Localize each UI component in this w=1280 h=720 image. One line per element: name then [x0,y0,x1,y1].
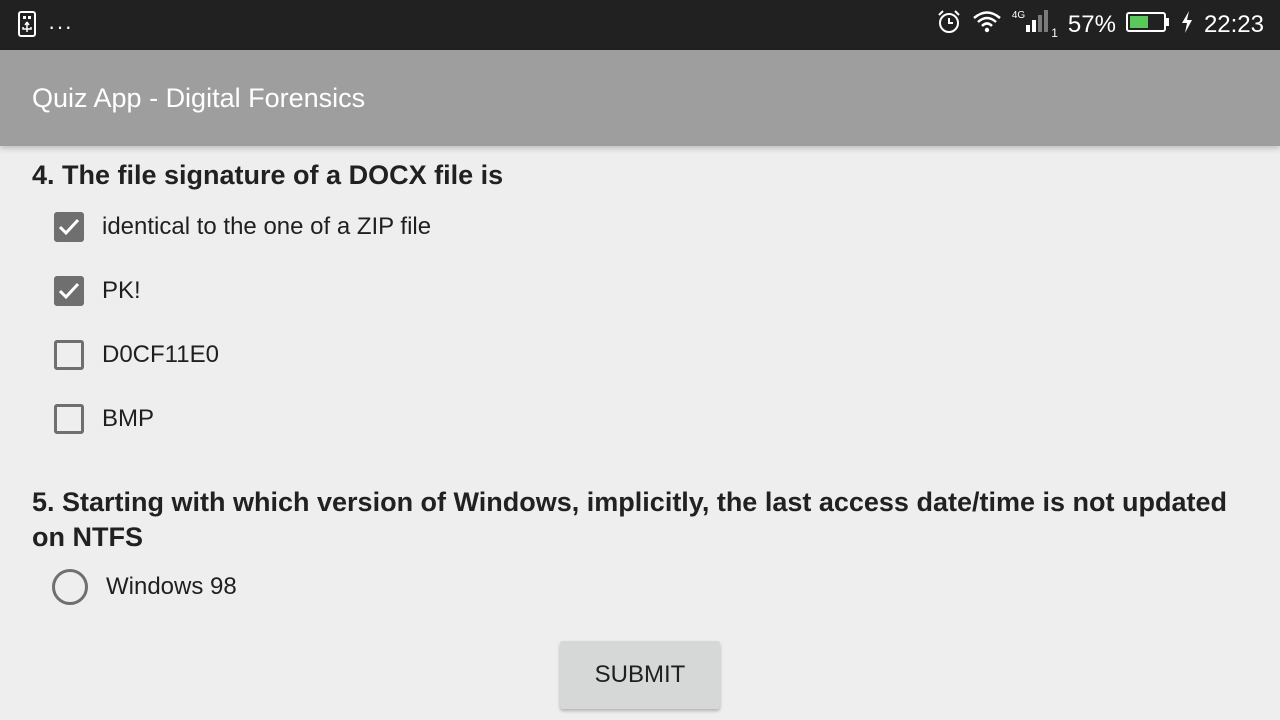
check-icon [58,282,80,300]
app-bar: Quiz App - Digital Forensics [0,50,1280,146]
usb-icon [16,10,38,43]
network-type-label: 4G [1011,9,1026,21]
status-bar-left: ··· [16,10,73,43]
option-label[interactable]: D0CF11E0 [102,341,219,369]
check-icon [58,218,80,236]
charging-icon [1180,10,1194,41]
battery-icon [1125,11,1170,40]
question-4-option-2[interactable]: PK! [52,271,141,311]
question-5-option-1[interactable]: Windows 98 [52,567,237,607]
question-4-option-4[interactable]: BMP [52,399,154,439]
quiz-content[interactable]: 4. The file signature of a DOCX file is … [0,146,1280,720]
more-notifications-indicator: ··· [48,13,73,39]
wifi-icon [972,10,1002,41]
question-4-option-1[interactable]: identical to the one of a ZIP file [52,207,431,247]
question-4-option-3[interactable]: D0CF11E0 [52,335,219,375]
option-label[interactable]: identical to the one of a ZIP file [102,213,431,241]
question-4-text: 4. The file signature of a DOCX file is [32,160,504,190]
status-bar: ··· 4G 1 57% 22:23 [0,0,1280,50]
option-label[interactable]: BMP [102,405,154,433]
sim-slot-label: 1 [1051,26,1058,40]
clock: 22:23 [1203,11,1264,38]
app-title: Quiz App - Digital Forensics [32,83,366,113]
question-5-text: 5. Starting with which version of Window… [32,487,1227,552]
battery-percent: 57% [1067,11,1116,38]
checkbox-option-4[interactable] [54,404,84,434]
option-label[interactable]: Windows 98 [106,573,237,601]
checkbox-option-1[interactable] [54,212,84,242]
radio-option-1[interactable] [52,569,88,605]
checkbox-option-3[interactable] [54,340,84,370]
checkbox-option-2[interactable] [54,276,84,306]
status-bar-right: 4G 1 57% 22:23 [936,0,1264,50]
submit-button[interactable]: SUBMIT [560,641,720,709]
signal-group: 4G 1 [1011,9,1058,41]
alarm-icon [936,9,962,42]
option-label[interactable]: PK! [102,277,141,305]
signal-icon [1025,9,1051,41]
